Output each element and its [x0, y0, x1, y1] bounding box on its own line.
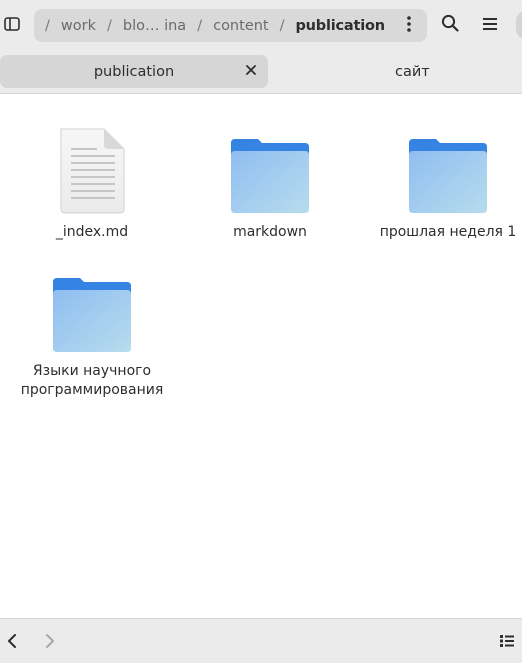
file-grid: _index.md markdown прошлая неделя 1 Язык…	[0, 95, 522, 618]
forward-button[interactable]	[40, 632, 60, 652]
back-button[interactable]	[2, 632, 22, 652]
folder-name: Языки научного программирования	[20, 363, 164, 398]
vertical-dots-icon	[407, 16, 411, 36]
folder-item[interactable]: Языки научного программирования	[12, 262, 172, 400]
header-bar: / work / blo… ina / content / publicatio…	[0, 0, 522, 50]
sidebar-show-icon	[4, 16, 20, 35]
chevron-right-icon	[45, 633, 55, 652]
hamburger-menu-icon	[482, 16, 498, 35]
bottom-bar	[0, 618, 522, 663]
text-file-icon	[52, 123, 132, 215]
folder-item[interactable]: markdown	[190, 123, 350, 242]
folder-icon	[230, 123, 310, 215]
main-menu-button[interactable]	[476, 11, 504, 39]
folder-name: прошлая неделя 1	[379, 224, 517, 240]
view-mode-button[interactable]	[496, 632, 518, 652]
breadcrumb-work[interactable]: work	[55, 18, 102, 34]
path-separator: /	[197, 17, 203, 34]
search-button[interactable]	[436, 11, 464, 39]
folder-name: markdown	[233, 224, 307, 240]
window-control-button[interactable]	[516, 11, 522, 39]
file-name: _index.md	[55, 224, 129, 240]
search-icon	[441, 14, 459, 36]
tab-close-button[interactable]	[242, 62, 260, 80]
sidebar-toggle-button[interactable]	[0, 11, 24, 39]
tab-label: publication	[93, 63, 175, 80]
path-separator: /	[106, 17, 112, 34]
tab-label: сайт	[395, 63, 430, 80]
path-bar: / work / blo… ina / content / publicatio…	[34, 9, 427, 42]
chevron-left-icon	[7, 633, 17, 652]
path-menu-button[interactable]	[399, 16, 419, 36]
folder-item[interactable]: прошлая неделя 1	[368, 123, 522, 242]
path-separator: /	[279, 17, 285, 34]
breadcrumb-blog[interactable]: blo… ina	[117, 18, 192, 34]
tab-site[interactable]: сайт	[270, 55, 522, 88]
folder-icon	[408, 123, 488, 215]
tab-bar: publication сайт	[0, 50, 522, 94]
breadcrumb-content[interactable]: content	[207, 18, 275, 34]
folder-icon	[52, 262, 132, 354]
path-separator: /	[45, 17, 50, 34]
tab-publication[interactable]: publication	[0, 55, 268, 88]
file-item[interactable]: _index.md	[12, 123, 172, 242]
list-view-icon	[499, 633, 515, 652]
breadcrumb-publication[interactable]: publication	[290, 18, 391, 34]
close-icon	[246, 63, 256, 79]
